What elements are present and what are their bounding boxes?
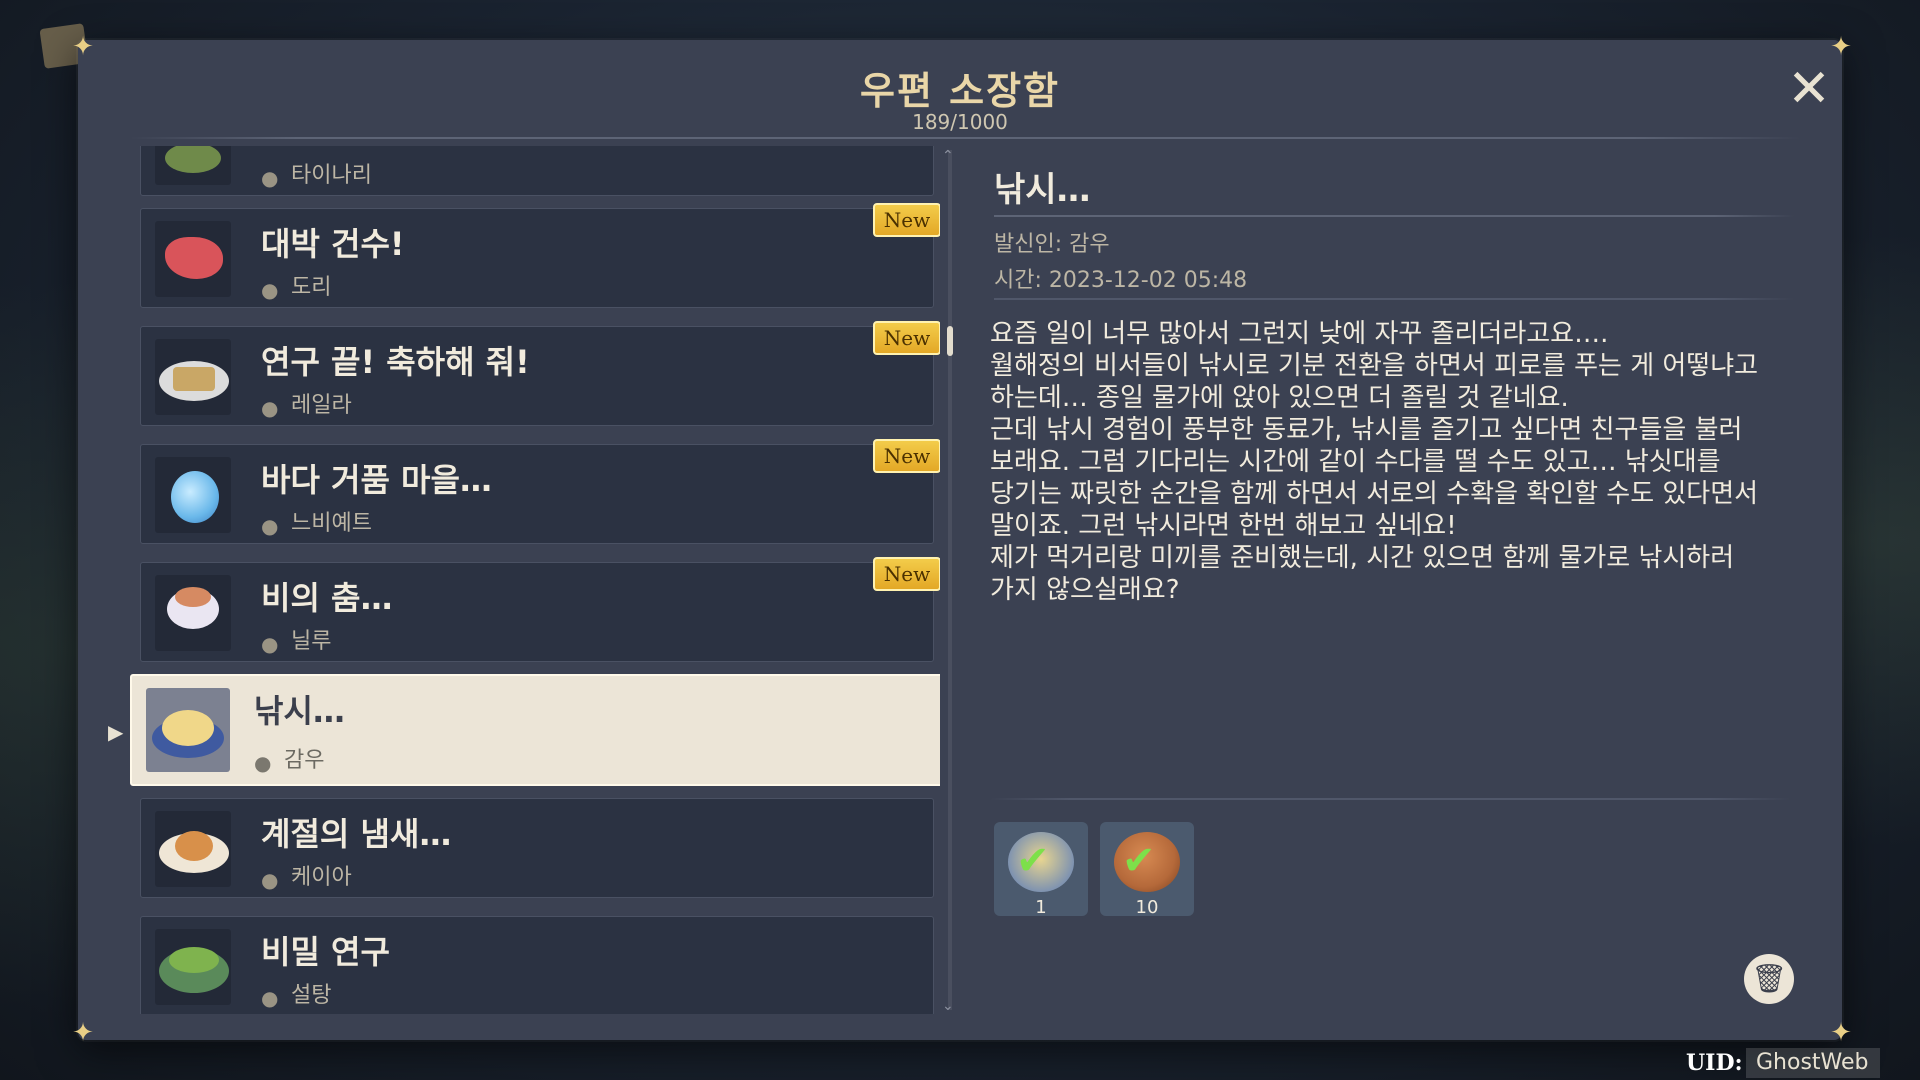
mail-item[interactable]: 비의 춤… ● 닐루 New xyxy=(140,557,940,662)
mail-sender-name: 케이아 xyxy=(291,865,352,890)
attachments-divider xyxy=(990,798,1790,800)
person-icon: ● xyxy=(261,278,279,302)
mail-item[interactable]: 연구 끝! 축하해 줘! ● 레일라 New xyxy=(140,321,940,426)
mail-body-line: 가지 않으실래요? xyxy=(990,575,1180,605)
dessert-icon xyxy=(175,587,211,607)
mail-subject: 비의 춤… xyxy=(261,579,393,617)
detail-divider xyxy=(994,215,1794,217)
mail-subject: 연구 끝! 축하해 줘! xyxy=(261,343,530,381)
mail-thumbnail xyxy=(155,457,231,533)
mail-thumbnail xyxy=(146,688,230,772)
mail-item[interactable]: 대박 건수! ● 도리 New xyxy=(140,203,940,308)
mail-count: 189/1000 xyxy=(912,110,1008,134)
detail-sender: 발신인: 감우 xyxy=(994,232,1110,257)
food-icon xyxy=(165,146,221,173)
uid-label: UID: xyxy=(1686,1050,1743,1076)
mail-body-line: 제가 먹거리랑 미끼를 준비했는데, 시간 있으면 함께 물가로 낚시하러 xyxy=(990,543,1735,573)
mail-thumbnail xyxy=(155,929,231,1005)
detail-subject: 낚시… xyxy=(994,170,1091,210)
mail-thumbnail xyxy=(155,146,231,185)
mail-sender: ● 감우 xyxy=(254,742,324,774)
mail-body-line: 근데 낚시 경험이 풍부한 동료가, 낚시를 즐기고 싶다면 친구들을 불러 xyxy=(990,415,1743,445)
water-drop-icon xyxy=(171,471,219,523)
mail-list: ● 타이나리 대박 건수! ● 도리 New 연구 끝! 축하해 줘! ● 레일라 N… xyxy=(130,146,940,1014)
title-divider xyxy=(130,137,1800,139)
dish-icon xyxy=(162,710,214,746)
roast-icon xyxy=(175,831,213,861)
person-icon: ● xyxy=(254,751,272,775)
mail-body: 요즘 일이 너무 많아서 그런지 낮에 자꾸 졸리더라고요…. 월해정의 비서들… xyxy=(990,318,1770,606)
mail-body-line: 보래요. 그럼 기다리는 시간에 같이 수다를 떨 수도 있고… 낚싯대를 xyxy=(990,447,1721,477)
mail-sender-name: 레일라 xyxy=(291,393,352,418)
mail-body-line: 월해정의 비서들이 낚시로 기분 전환을 하면서 피로를 푸는 게 어떻냐고 xyxy=(990,351,1759,381)
mail-sender-name: 감우 xyxy=(284,748,325,773)
mail-sender: ● 케이아 xyxy=(261,859,352,891)
mail-sender: ● 설탕 xyxy=(261,977,331,1009)
mailbox-title: 우편 소장함 xyxy=(859,69,1061,113)
mail-thumbnail xyxy=(155,339,231,415)
attachment-item[interactable]: ✔ 10 xyxy=(1100,822,1194,918)
check-icon: ✔ xyxy=(1016,838,1050,884)
mail-subject: 바다 거품 마을… xyxy=(261,461,492,499)
person-icon: ● xyxy=(261,396,279,420)
scroll-down-icon: ⌄ xyxy=(942,998,954,1014)
trash-icon: 🗑 xyxy=(1751,962,1787,995)
person-icon: ● xyxy=(261,632,279,656)
mail-subject: 대박 건수! xyxy=(261,225,405,263)
uid-value: GhostWeb xyxy=(1746,1048,1880,1078)
mail-sender-name: 설탕 xyxy=(291,983,332,1008)
scroll-up-icon: ⌃ xyxy=(942,148,954,164)
mail-thumbnail xyxy=(155,221,231,297)
person-icon: ● xyxy=(261,868,279,892)
mail-item[interactable]: ● 타이나리 xyxy=(140,146,934,196)
detail-time: 시간: 2023-12-02 05:48 xyxy=(994,268,1248,293)
delete-button[interactable]: 🗑 xyxy=(1744,954,1794,1004)
close-button[interactable]: ✕ xyxy=(1784,63,1834,115)
mail-subject: 계절의 냄새… xyxy=(261,815,452,853)
mail-thumbnail xyxy=(155,575,231,651)
mail-subject: 비밀 연구 xyxy=(261,933,390,971)
cake-icon xyxy=(173,367,215,391)
mail-body-line: 당기는 짜릿한 순간을 함께 하면서 서로의 수확을 확인할 수도 있다면서 xyxy=(990,479,1759,509)
corner-ornament-icon: ✦ xyxy=(1830,1018,1852,1048)
mail-sender-name: 느비예트 xyxy=(291,511,372,536)
new-badge: New xyxy=(873,439,940,473)
mail-body-line: 요즘 일이 너무 많아서 그런지 낮에 자꾸 졸리더라고요…. xyxy=(990,319,1609,349)
mail-body-line: 말이죠. 그런 낚시라면 한번 해보고 싶네요! xyxy=(990,511,1457,541)
mail-sender: ● 타이나리 xyxy=(261,157,372,189)
salad-icon xyxy=(169,947,219,973)
list-scrollbar-thumb[interactable] xyxy=(947,326,953,356)
mail-item[interactable]: 계절의 냄새… ● 케이아 xyxy=(140,798,934,898)
attachment-qty: 1 xyxy=(1035,897,1047,918)
mail-sender: ● 도리 xyxy=(261,269,331,301)
mail-sender: ● 닐루 xyxy=(261,623,331,655)
mail-thumbnail xyxy=(155,811,231,887)
person-icon: ● xyxy=(261,986,279,1010)
corner-ornament-icon: ✦ xyxy=(72,32,94,62)
new-badge: New xyxy=(873,557,940,591)
list-scrollbar[interactable] xyxy=(948,150,952,1010)
corner-ornament-icon: ✦ xyxy=(72,1018,94,1048)
mail-item[interactable]: 바다 거품 마을… ● 느비예트 New xyxy=(140,439,940,544)
person-icon: ● xyxy=(261,514,279,538)
mail-sender: ● 레일라 xyxy=(261,387,352,419)
meat-icon xyxy=(165,237,223,279)
corner-ornament-icon: ✦ xyxy=(1830,32,1852,62)
attachment-qty: 10 xyxy=(1135,897,1159,918)
mail-item-selected[interactable]: 낚시… ● 감우 xyxy=(130,674,940,786)
new-badge: New xyxy=(873,203,940,237)
mail-sender: ● 느비예트 xyxy=(261,505,372,537)
mail-sender-name: 닐루 xyxy=(291,629,332,654)
attachment-item[interactable]: ✔ 1 xyxy=(994,822,1088,918)
mail-body-line: 하는데… 종일 물가에 앉아 있으면 더 졸릴 것 같네요. xyxy=(990,383,1569,413)
detail-divider xyxy=(994,298,1794,300)
check-icon: ✔ xyxy=(1122,838,1156,884)
mail-subject: 낚시… xyxy=(254,692,345,730)
person-icon: ● xyxy=(261,166,279,190)
new-badge: New xyxy=(873,321,940,355)
mail-item[interactable]: 비밀 연구 ● 설탕 xyxy=(140,916,934,1014)
mail-sender-name: 타이나리 xyxy=(291,163,372,188)
selection-arrow-icon: ▶ xyxy=(108,720,124,744)
mail-sender-name: 도리 xyxy=(291,275,332,300)
